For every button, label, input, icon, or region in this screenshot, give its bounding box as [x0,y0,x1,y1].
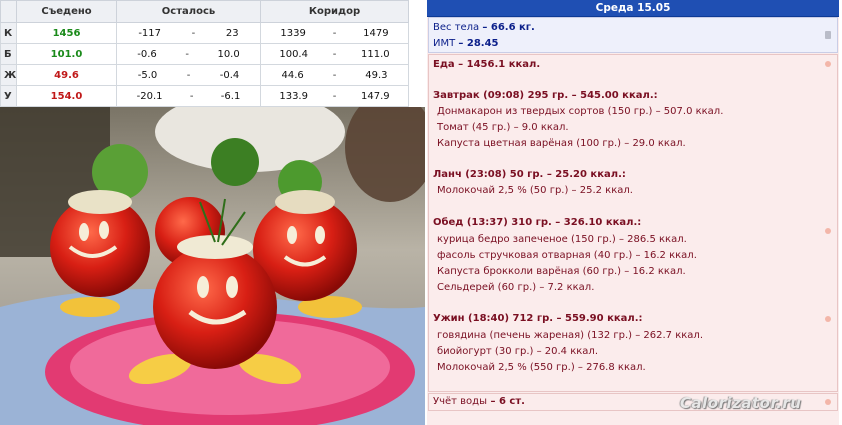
trash-icon[interactable] [825,31,831,39]
column-remaining-header: Осталось [116,0,261,23]
column-corridor-header: Коридор [260,0,409,23]
site-watermark: Calorizator.ru [680,394,802,412]
remaining-min: -20.1 [136,90,163,102]
corridor-range: 100.4 - 111.0 [260,43,409,65]
meal-item[interactable]: биойогурт (30 гр.) – 20.4 ккал. [437,346,598,357]
water-label: Учёт воды [433,396,487,407]
table-row: Б 101.0 -0.6 - 10.0 100.4 - 111.0 [0,43,409,65]
remaining-min: -0.6 [137,48,157,60]
corridor-range: 133.9 - 147.9 [260,85,409,107]
remaining-min: -5.0 [137,69,158,81]
meal-item[interactable]: говядина (печень жареная) (132 гр.) – 26… [437,330,703,341]
food-diary-panel: Среда 15.05 Вес тела – 66.6 кг. ИМТ – 28… [427,0,839,425]
range-separator: - [189,90,194,102]
dinner-expand-icon[interactable] [825,228,831,234]
nutrition-summary-table: Съедено Осталось Коридор К 1456 -117 - 23 … [0,0,409,107]
bmi-value: – 28.45 [458,38,499,49]
remaining-range: -20.1 - -6.1 [116,85,261,107]
nutrient-key: Б [0,43,17,65]
bmi-line: ИМТ – 28.45 [433,38,499,49]
corridor-min: 1339 [280,27,306,39]
corridor-min: 133.9 [279,90,308,102]
eaten-value: 49.6 [16,64,117,86]
food-total-line: Еда – 1456.1 ккал. [433,59,540,70]
corridor-max: 147.9 [361,90,390,102]
body-weight-line: Вес тела – 66.6 кг. [433,22,535,33]
remaining-max: -6.1 [220,90,241,102]
remaining-range: -0.6 - 10.0 [116,43,261,65]
corridor-max: 49.3 [365,69,388,81]
table-row: У 154.0 -20.1 - -6.1 133.9 - 147.9 [0,85,409,107]
corridor-min: 100.4 [279,48,308,60]
meal-item[interactable]: Капуста брокколи варёная (60 гр.) – 16.2… [437,266,686,277]
body-weight-label: Вес тела [433,22,480,33]
eaten-value: 101.0 [16,43,117,65]
nutrient-key: К [0,22,17,44]
corridor-range: 44.6 - 49.3 [260,64,409,86]
eaten-value: 154.0 [16,85,117,107]
corridor-max: 111.0 [361,48,390,60]
body-weight-value: – 66.6 кг. [482,22,535,33]
eaten-value: 1456 [16,22,117,44]
meal-item[interactable]: фасоль стручковая отварная (40 гр.) – 16… [437,250,697,261]
meal-item[interactable]: Томат (45 гр.) – 9.0 ккал. [437,122,569,133]
nutrient-key: Ж [0,64,17,86]
meal-item[interactable]: Молокочай 2,5 % (50 гр.) – 25.2 ккал. [437,185,633,196]
column-key-header [0,0,17,23]
range-separator: - [332,69,337,81]
food-log-box: Еда – 1456.1 ккал. Завтрак (09:08) 295 г… [428,54,838,392]
column-eaten-header: Съедено [16,0,117,23]
water-value: – 6 ст. [490,396,525,407]
range-separator: - [332,90,337,102]
table-row: Ж 49.6 -5.0 - -0.4 44.6 - 49.3 [0,64,409,86]
table-row: К 1456 -117 - 23 1339 - 1479 [0,22,409,44]
meal-item[interactable]: Капуста цветная варёная (100 гр.) – 29.0… [437,138,686,149]
remaining-range: -117 - 23 [116,22,261,44]
corridor-min: 44.6 [281,69,304,81]
range-separator: - [185,48,189,60]
food-total-value: – 1456.1 ккал. [458,59,541,70]
remaining-max: 10.0 [217,48,240,60]
table-header-row: Съедено Осталось Коридор [0,0,409,23]
water-line[interactable]: Учёт воды – 6 ст. [433,396,525,407]
meal-item[interactable]: Сельдерей (60 гр.) – 7.2 ккал. [437,282,594,293]
water-expand-icon[interactable] [825,399,831,405]
remaining-max: 23 [225,27,239,39]
food-photo [0,107,425,425]
remaining-max: -0.4 [219,69,240,81]
range-separator: - [191,27,196,39]
meal-supper-title[interactable]: Ужин (18:40) 712 гр. – 559.90 ккал.: [433,313,643,324]
day-title[interactable]: Среда 15.05 [427,0,839,17]
range-separator: - [332,27,337,39]
remaining-min: -117 [138,27,162,39]
bmi-label: ИМТ [433,38,456,49]
meal-item[interactable]: курица бедро запеченое (150 гр.) – 286.5… [437,234,687,245]
nutrient-key: У [0,85,17,107]
meal-breakfast-title[interactable]: Завтрак (09:08) 295 гр. – 545.00 ккал.: [433,90,658,101]
supper-expand-icon[interactable] [825,316,831,322]
food-total-label: Еда [433,59,455,70]
range-separator: - [186,69,191,81]
meal-item[interactable]: Молокочай 2,5 % (550 гр.) – 276.8 ккал. [437,362,646,373]
remaining-range: -5.0 - -0.4 [116,64,261,86]
meal-lunch-title[interactable]: Ланч (23:08) 50 гр. – 25.20 ккал.: [433,169,626,180]
body-measurements-box: Вес тела – 66.6 кг. ИМТ – 28.45 [428,17,838,53]
meal-item[interactable]: Донмакарон из твердых сортов (150 гр.) –… [437,106,723,117]
meal-dinner-title[interactable]: Обед (13:37) 310 гр. – 326.10 ккал.: [433,217,641,228]
range-separator: - [332,48,337,60]
corridor-max: 1479 [363,27,389,39]
corridor-range: 1339 - 1479 [260,22,409,44]
food-expand-icon[interactable] [825,61,831,67]
